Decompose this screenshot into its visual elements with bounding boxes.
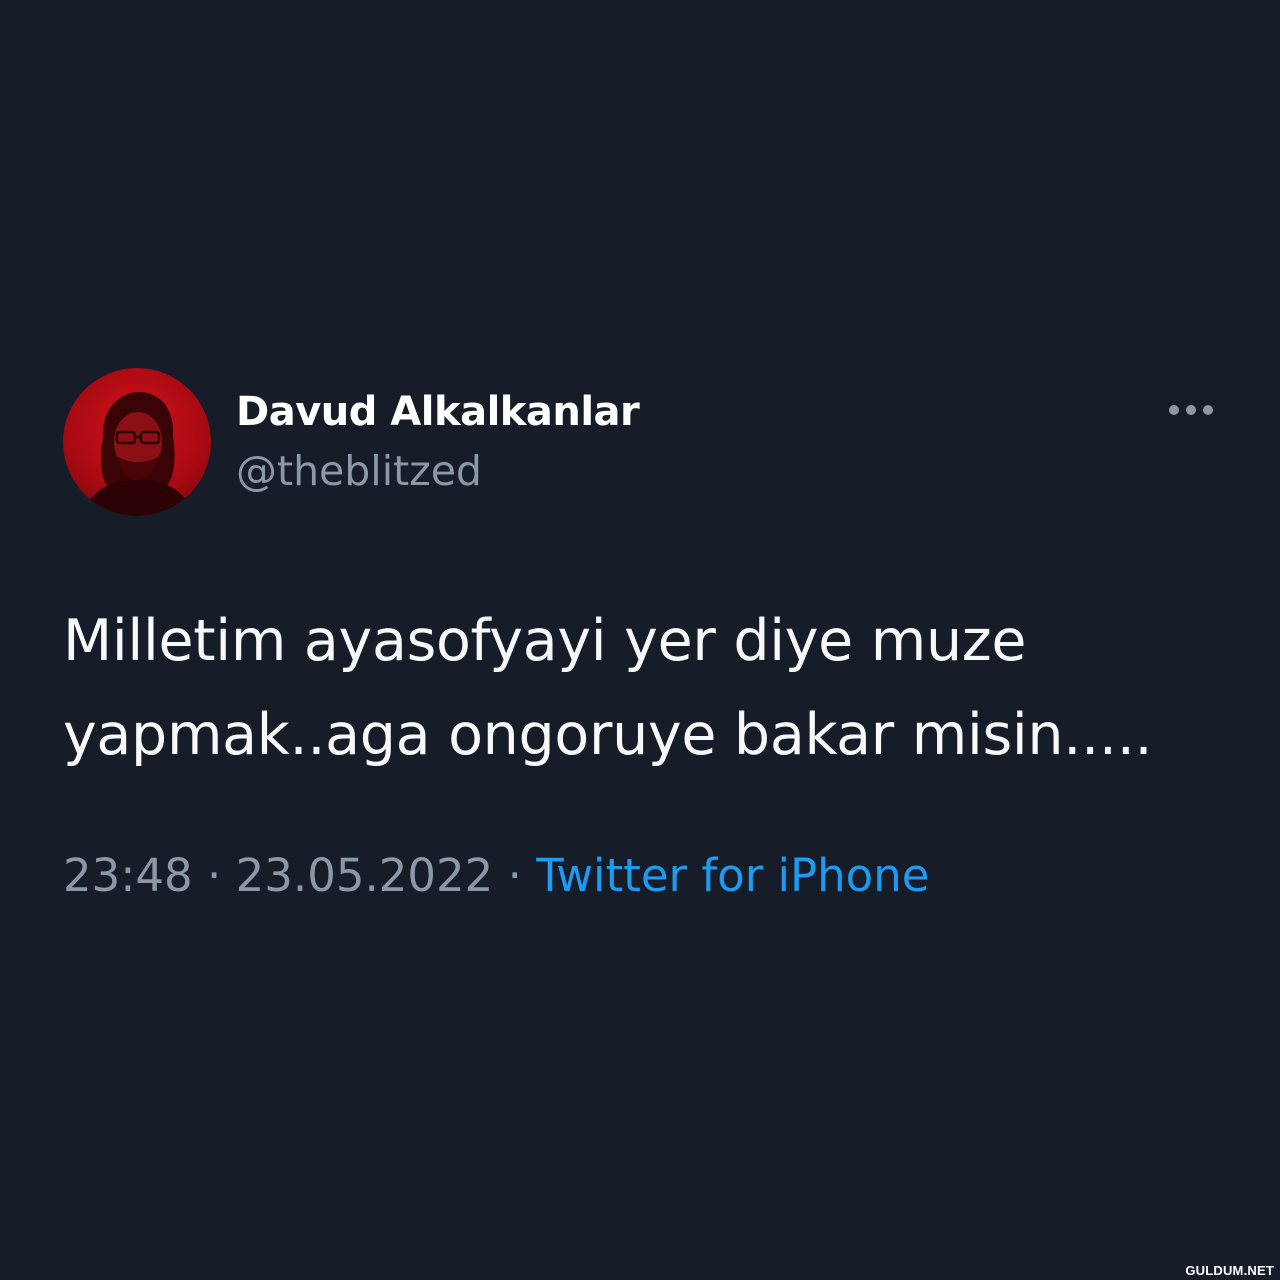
meta-separator: · (207, 849, 222, 902)
more-dot (1169, 405, 1179, 415)
tweet-text: Milletim ayasofyayi yer diye muze yapmak… (63, 594, 1223, 782)
display-name[interactable]: Davud Alkalkanlar (236, 386, 640, 438)
tweet-card: Davud Alkalkanlar @theblitzed Milletim a… (63, 368, 1223, 906)
meta-separator: · (507, 849, 522, 902)
tweet-date[interactable]: 23.05.2022 (236, 849, 494, 902)
more-dot (1203, 405, 1213, 415)
watermark: GULDUM.NET (1185, 1263, 1274, 1278)
profile-photo-icon (63, 368, 211, 516)
tweet-meta: 23:48 · 23.05.2022 · Twitter for iPhone (63, 846, 1223, 906)
more-dot (1186, 405, 1196, 415)
tweet-screenshot: Davud Alkalkanlar @theblitzed Milletim a… (0, 0, 1280, 1280)
author-names: Davud Alkalkanlar @theblitzed (236, 386, 640, 500)
tweet-text-line: Milletim ayasofyayi yer diye muze (63, 608, 1027, 674)
avatar[interactable] (63, 368, 211, 516)
tweet-time[interactable]: 23:48 (63, 849, 193, 902)
user-handle[interactable]: @theblitzed (236, 442, 639, 500)
tweet-header: Davud Alkalkanlar @theblitzed (63, 368, 1223, 518)
tweet-source-link[interactable]: Twitter for iPhone (536, 849, 929, 902)
more-dots-icon[interactable] (1169, 398, 1213, 422)
tweet-text-line: yapmak..aga ongoruye bakar misin..... (63, 702, 1153, 768)
